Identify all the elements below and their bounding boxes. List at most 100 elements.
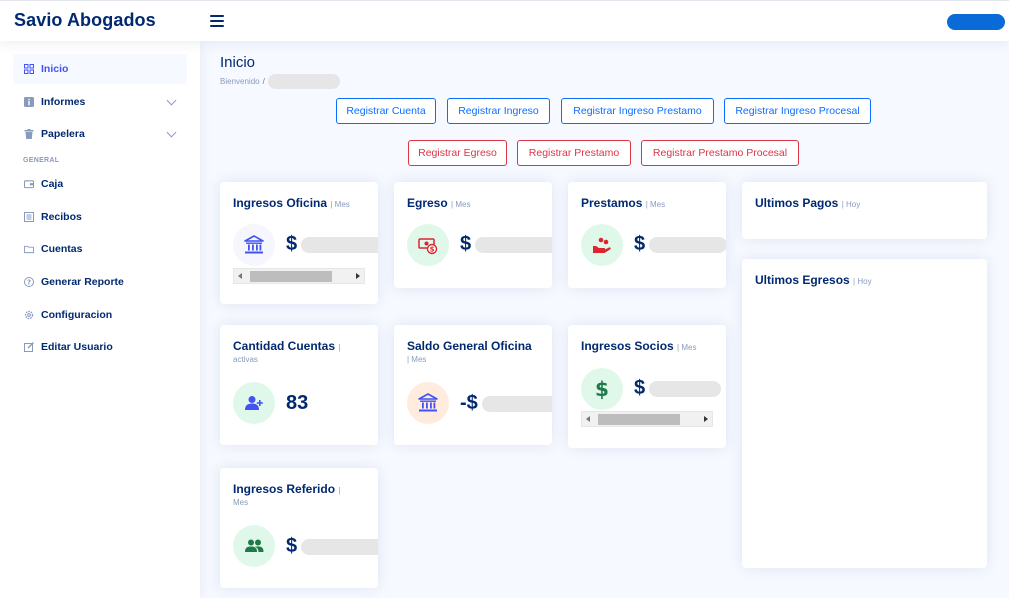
ingresos-socios-amount: $: [634, 377, 722, 400]
amount-redacted: [301, 538, 378, 555]
card-title: Prestamos: [581, 196, 643, 210]
hamburger-menu-icon[interactable]: [210, 15, 224, 27]
cantidad-cuentas-value: 83: [286, 392, 309, 414]
registrar-prestamo-button[interactable]: Registrar Prestamo: [517, 140, 631, 166]
card-egreso: Egreso | Mes $ $: [394, 182, 552, 288]
card-title: Ingresos Referido: [233, 482, 336, 496]
registrar-cuenta-button[interactable]: Registrar Cuenta: [336, 98, 436, 124]
svg-text:?: ?: [27, 279, 31, 287]
sidebar: Inicio Informes Papelera GENERAL Caja Re…: [0, 41, 200, 598]
sidebar-heading-general: GENERAL: [23, 157, 60, 164]
sidebar-item-label: Inicio: [41, 63, 69, 75]
top-header: Savio Abogados: [0, 0, 1009, 41]
brand-logo[interactable]: Savio Abogados: [14, 10, 156, 31]
registrar-ingreso-procesal-button[interactable]: Registrar Ingreso Procesal: [724, 98, 871, 124]
question-icon: ?: [24, 277, 34, 287]
registrar-ingreso-button[interactable]: Registrar Ingreso: [447, 98, 550, 124]
page-title: Inicio: [220, 54, 256, 71]
receipt-icon: [24, 212, 34, 222]
registrar-egreso-button[interactable]: Registrar Egreso: [408, 140, 507, 166]
card-saldo-general-oficina: Saldo General Oficina | Mes -$: [394, 325, 552, 445]
card-cantidad-cuentas: Cantidad Cuentas | activas 83: [220, 325, 378, 445]
sidebar-item-label: Generar Reporte: [41, 276, 124, 288]
sidebar-item-label: Recibos: [41, 211, 82, 223]
card-title: Cantidad Cuentas: [233, 339, 336, 353]
card-period: |: [338, 343, 341, 352]
amount-redacted: [475, 236, 552, 253]
prestamos-amount: $: [634, 233, 726, 256]
trash-icon: [24, 129, 34, 139]
chevron-down-icon: [166, 127, 177, 138]
grid-icon: [24, 64, 34, 74]
scroll-thumb[interactable]: [250, 271, 332, 282]
sidebar-item-label: Informes: [41, 96, 86, 108]
breadcrumb: Bienvenido /: [220, 74, 340, 89]
bank-icon: [407, 382, 449, 424]
card-title: Ingresos Oficina: [233, 196, 328, 210]
card-prestamos: Prestamos | Mes $: [568, 182, 726, 288]
people-icon: [233, 525, 275, 567]
dollar-icon: $: [581, 368, 623, 410]
card-period: | Mes: [677, 343, 697, 352]
wallet-icon: [24, 179, 34, 189]
amount-redacted: [649, 236, 726, 253]
folder-icon: [24, 244, 34, 254]
sidebar-item-informes[interactable]: Informes: [13, 87, 187, 117]
registrar-ingreso-prestamo-button[interactable]: Registrar Ingreso Prestamo: [561, 98, 714, 124]
sidebar-item-label: Configuracion: [41, 309, 113, 321]
svg-text:$: $: [430, 246, 435, 254]
card-period: | Mes: [330, 200, 350, 209]
sidebar-item-editar-usuario[interactable]: Editar Usuario: [13, 332, 187, 362]
card-period: | Mes: [645, 200, 666, 209]
amount-redacted: [301, 236, 378, 253]
sidebar-item-configuracion[interactable]: Configuracion: [13, 300, 187, 330]
user-profile-button[interactable]: [947, 14, 1005, 30]
scroll-right-arrow-icon[interactable]: [356, 273, 360, 279]
chevron-down-icon: [166, 95, 177, 106]
card-period: | Mes: [407, 355, 427, 364]
registrar-prestamo-procesal-button[interactable]: Registrar Prestamo Procesal: [641, 140, 799, 166]
sidebar-item-label: Cuentas: [41, 243, 83, 255]
cash-icon: $: [407, 224, 449, 266]
user-plus-icon: [233, 382, 275, 424]
card-ultimos-pagos: Ultimos Pagos | Hoy: [742, 182, 987, 239]
gear-icon: [24, 310, 34, 320]
sidebar-item-caja[interactable]: Caja: [13, 169, 187, 199]
card-ingresos-referido: Ingresos Referido | Mes $: [220, 468, 378, 588]
horizontal-scrollbar[interactable]: [233, 268, 365, 284]
ingresos-oficina-amount: $: [286, 233, 378, 256]
edit-icon: [24, 342, 34, 352]
card-subtitle: Mes: [233, 498, 249, 507]
card-title: Ingresos Socios: [581, 339, 674, 353]
sidebar-item-recibos[interactable]: Recibos: [13, 202, 187, 232]
sidebar-item-label: Editar Usuario: [41, 341, 113, 353]
card-ingresos-socios: Ingresos Socios | Mes $ $: [568, 325, 726, 448]
ingresos-referido-amount: $: [286, 535, 378, 558]
scroll-left-arrow-icon[interactable]: [238, 273, 242, 279]
sidebar-item-inicio[interactable]: Inicio: [13, 54, 187, 84]
amount-redacted: [649, 380, 722, 397]
card-period: |: [338, 486, 341, 495]
breadcrumb-separator: /: [262, 77, 265, 86]
card-ultimos-egresos: Ultimos Egresos | Hoy: [742, 259, 987, 568]
hand-coins-icon: [581, 224, 623, 266]
sidebar-item-cuentas[interactable]: Cuentas: [13, 234, 187, 264]
sidebar-item-generar-reporte[interactable]: ? Generar Reporte: [13, 267, 187, 297]
card-subtitle: activas: [233, 355, 258, 364]
breadcrumb-current-redacted: [267, 74, 340, 89]
egreso-amount: $: [460, 233, 552, 256]
scroll-left-arrow-icon[interactable]: [586, 416, 590, 422]
dollar-glyph: $: [595, 377, 609, 401]
card-period: | Hoy: [853, 277, 872, 286]
horizontal-scrollbar[interactable]: [581, 411, 713, 427]
scroll-thumb[interactable]: [598, 414, 680, 425]
breadcrumb-home[interactable]: Bienvenido: [220, 77, 260, 86]
sidebar-item-papelera[interactable]: Papelera: [13, 119, 187, 149]
bank-icon: [233, 224, 275, 266]
sidebar-item-label: Caja: [41, 178, 64, 190]
card-title: Egreso: [407, 196, 448, 210]
scroll-right-arrow-icon[interactable]: [704, 416, 708, 422]
card-title: Ultimos Egresos: [755, 273, 850, 287]
saldo-general-amount: -$: [460, 392, 552, 415]
info-icon: [24, 97, 34, 107]
